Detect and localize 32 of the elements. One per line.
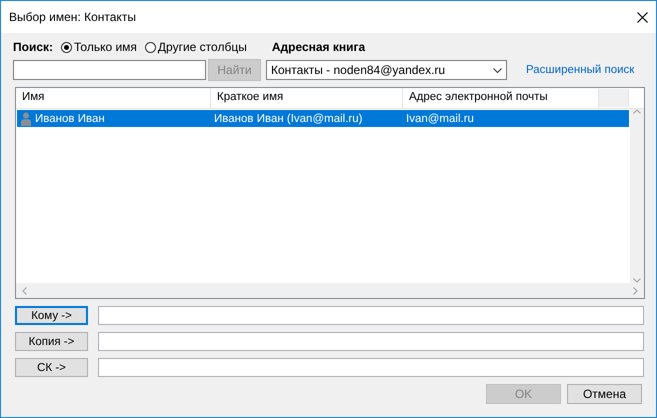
vertical-scrollbar[interactable] [630,109,644,283]
search-field[interactable] [13,60,206,80]
radio-button[interactable] [144,42,156,52]
close-icon[interactable] [637,12,648,22]
recipient-button[interactable]: СК -> [15,358,88,377]
address-book-dropdown[interactable]: Контакты - noden84@yandex.ru [266,60,507,80]
radio-button[interactable] [61,42,72,52]
recipient-field[interactable] [98,358,644,377]
recipient-button[interactable]: Кому -> [15,306,88,325]
chevron-left-icon[interactable] [22,286,27,294]
recipient-field[interactable] [98,306,644,325]
table-cell: Иванов Иван (Ivan@mail.ru) [214,112,362,124]
dialog-button[interactable]: Отмена [567,384,642,404]
chevron-down-icon[interactable] [633,278,641,283]
chevron-up-icon[interactable] [633,109,641,114]
chevron-down-icon [493,68,502,72]
recipient-field[interactable] [98,332,644,351]
horizontal-scrollbar[interactable] [16,283,644,298]
contact-row[interactable]: Иванов Иван Иванов Иван (Ivan@mail.ru) Ivan@mail.ru [17,110,629,127]
person-icon [21,112,31,126]
recipient-button[interactable]: Копия -> [15,332,88,351]
radio-label: Только имя [74,40,137,54]
radio-label: Другие столбцы [158,40,247,54]
search-label: Поиск: [13,40,54,54]
window-title: Выбор имен: Контакты [9,10,136,24]
chevron-right-icon[interactable] [633,286,638,294]
column-header[interactable]: Имя [16,88,211,108]
column-header[interactable]: Краткое имя [211,88,403,108]
table-cell: Ivan@mail.ru [406,112,474,124]
address-book-label: Адресная книга [272,40,366,54]
table-cell: Иванов Иван [35,112,105,124]
advanced-search-link[interactable]: Расширенный поиск [526,64,634,76]
